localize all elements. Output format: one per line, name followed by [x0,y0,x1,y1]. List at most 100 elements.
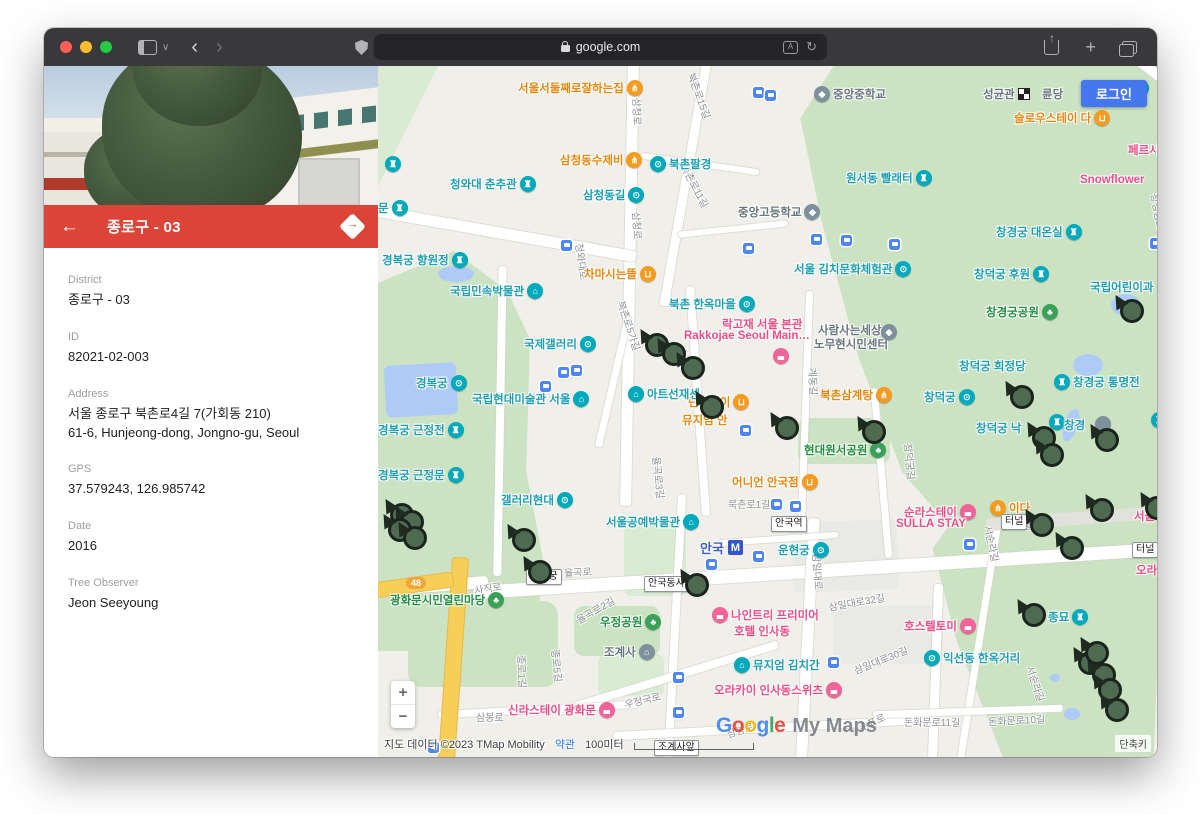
castle-marker-icon[interactable]: ♜ [385,156,401,172]
castle-marker-icon[interactable]: ♜ [1072,609,1088,625]
map-poi-label[interactable]: 창덕궁 낙 [976,420,1022,436]
translate-icon[interactable]: A [783,41,798,54]
map-poi-label[interactable]: 호텔 인사동 [734,623,790,639]
bus-stop-icon[interactable] [673,672,684,683]
cafe-marker-icon[interactable]: ⊔ [802,474,818,490]
bus-stop-icon[interactable] [561,240,572,251]
bus-stop-icon[interactable] [1150,238,1157,249]
tree-data-marker[interactable] [681,356,705,380]
tree-data-marker[interactable] [1010,385,1034,409]
map-poi-label[interactable]: 경복궁 근정전♜ [378,422,464,438]
hotel-marker-icon[interactable]: ▄ [960,618,976,634]
url-bar[interactable]: google.com A ↻ [374,34,827,60]
museum-marker-icon[interactable]: ⌂ [683,514,699,530]
map-poi-label[interactable]: 현대원서공원♣ [804,442,886,458]
map-poi-label[interactable]: SULLA STAY [896,518,966,530]
hotel-marker-icon[interactable]: ▄ [773,348,789,364]
castle-marker-icon[interactable]: ♜ [916,170,932,186]
tree-marker-icon[interactable]: ♣ [488,592,504,608]
tree-data-marker[interactable] [685,573,709,597]
bus-stop-icon[interactable] [753,87,764,98]
map-poi-label[interactable]: 갤러리현대⊙ [501,492,573,508]
tree-data-marker[interactable] [1085,641,1109,665]
forward-button[interactable]: › [216,36,223,59]
castle-marker-icon[interactable]: ♜ [1054,374,1070,390]
bus-stop-icon[interactable] [558,367,569,378]
map-poi-marker[interactable]: ♜ [382,156,401,172]
chevron-down-icon[interactable]: ∨ [162,42,169,53]
map-poi-label[interactable]: 창경궁공원♣ [986,304,1058,320]
tree-marker-icon[interactable]: ♣ [1042,304,1058,320]
castle-marker-icon[interactable]: ♜ [448,467,464,483]
bus-stop-icon[interactable] [828,657,839,668]
ginkgo-marker-icon[interactable] [1018,88,1030,100]
map-poi-label[interactable]: Rakkojae Seoul Main… [684,330,810,342]
castle-marker-icon[interactable]: ♜ [1151,412,1157,428]
terms-link[interactable]: 약관 [555,736,575,752]
school-marker-icon[interactable]: ◆ [814,86,830,102]
map-poi-label[interactable]: 문♜ [378,200,408,216]
map-poi-label[interactable]: 창덕궁⊙ [924,389,975,405]
map-poi-label[interactable]: 창덕궁 희정당 [959,358,1026,374]
restaurant-marker-icon[interactable]: ⋔ [876,387,892,403]
tree-data-marker[interactable] [1040,443,1064,467]
map-poi-label[interactable]: 서울서둘째로잘하는집⋔ [518,80,643,96]
map-poi-label[interactable]: 국제갤러리⊙ [524,336,596,352]
tree-data-marker[interactable] [512,528,536,552]
map-poi-label[interactable]: 청와대 춘추관♜ [450,176,536,192]
privacy-shield-icon[interactable] [355,40,368,55]
subway-station-anguk[interactable]: 안국M [700,538,743,557]
school-marker-icon[interactable]: ◆ [804,204,820,220]
tree-data-marker[interactable] [862,420,886,444]
camera-marker-icon[interactable]: ⊙ [580,336,596,352]
restaurant-marker-icon[interactable]: ⋔ [626,152,642,168]
back-arrow-icon[interactable]: ← [60,216,79,238]
tree-data-marker[interactable] [1105,698,1129,722]
map-poi-label[interactable]: 서울 김치문화체험관⊙ [794,261,911,277]
back-button[interactable]: ‹ [191,36,198,59]
castle-marker-icon[interactable]: ♜ [1033,266,1049,282]
bus-stop-icon[interactable] [790,501,801,512]
map-poi-label[interactable]: ♜창경궁 통명전 [1054,374,1140,390]
bus-stop-icon[interactable] [673,707,684,718]
map-poi-label[interactable]: 신라스테이 광화문▄ [508,702,615,718]
tree-data-marker[interactable] [1090,498,1114,522]
zoom-in-button[interactable]: + [391,681,415,704]
tree-data-marker[interactable] [403,526,427,550]
cafe-marker-icon[interactable]: ⊔ [733,394,749,410]
map-poi-label[interactable]: 노무현시민센터 [814,336,888,352]
map-poi-label[interactable]: 오라 [1136,562,1157,578]
map-poi-label[interactable]: 경복궁⊙ [416,375,467,391]
map-poi-label[interactable]: ⌂뮤지엄 김치간 [734,657,820,673]
camera-marker-icon[interactable]: ⊙ [739,296,755,312]
map-poi-label[interactable]: 창경 [1064,417,1085,433]
map-poi-label[interactable]: 경복궁 향원정♜ [382,252,468,268]
camera-marker-icon[interactable]: ⊙ [557,492,573,508]
restaurant-marker-icon[interactable]: ⋔ [627,80,643,96]
bus-stop-icon[interactable] [841,235,852,246]
close-window-button[interactable] [60,41,72,53]
map-poi-label[interactable]: 창경궁 대온실♜ [996,224,1082,240]
bus-stop-icon[interactable] [765,90,776,101]
map-poi-label[interactable]: 운현궁⊙ [778,542,829,558]
bus-stop-icon[interactable] [706,559,717,570]
tree-data-marker[interactable] [1022,603,1046,627]
map-poi-label[interactable]: 국립민속박물관⌂ [450,283,543,299]
map-poi-label[interactable]: 북촌 한옥마을⊙ [669,296,755,312]
map-poi-label[interactable]: 성균관 [983,86,1030,102]
tab-overview-icon[interactable] [1122,41,1137,54]
camera-marker-icon[interactable]: ⊙ [813,542,829,558]
map-poi-label[interactable]: 페르시 [1128,142,1157,158]
map-poi-label[interactable]: ⊙북촌팔경 [650,156,711,172]
tree-data-marker[interactable] [700,395,724,419]
keyboard-shortcuts-label[interactable]: 단축키 [1115,735,1151,752]
map-poi-label[interactable]: ⊙익선동 한옥거리 [924,650,1020,666]
new-tab-icon[interactable]: + [1085,37,1096,58]
map-poi-label[interactable]: 국립현대미술관 서울⌂ [472,391,589,407]
map-poi-label[interactable]: ▄나인트리 프리미어 [712,607,819,623]
map-poi-marker[interactable]: ▄ [770,348,789,364]
bus-stop-icon[interactable] [743,243,754,254]
castle-marker-icon[interactable]: ♜ [1066,224,1082,240]
tree-data-marker[interactable] [1095,428,1119,452]
map-poi-marker[interactable]: ◆ [878,324,897,340]
